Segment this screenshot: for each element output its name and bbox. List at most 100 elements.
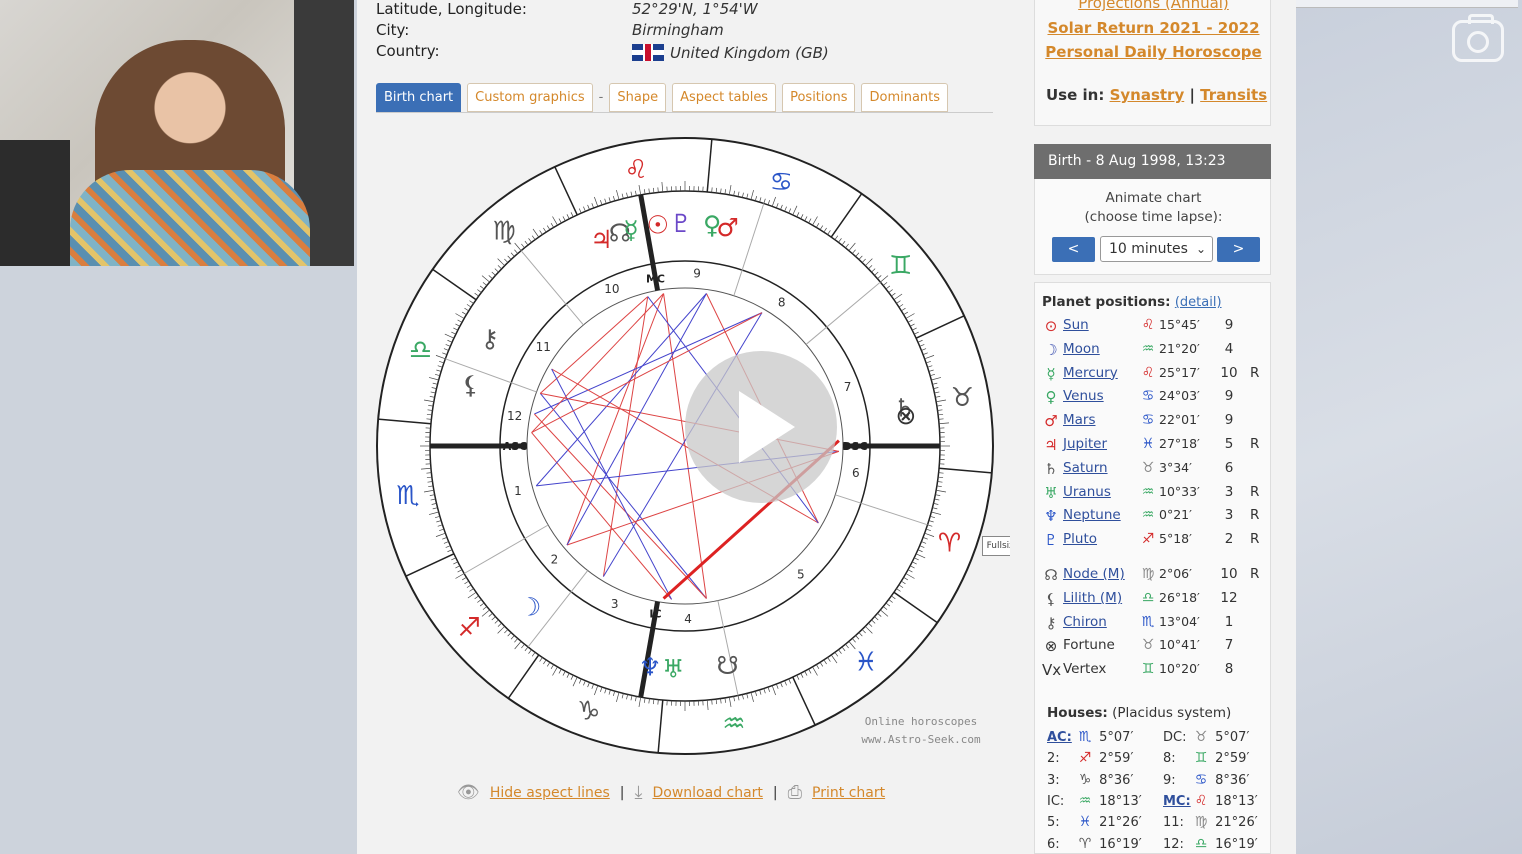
tab-custom-graphics[interactable]: Custom graphics <box>467 83 593 112</box>
house-degree: 18°13′ <box>1215 793 1258 809</box>
planet-row: ⚸ Lilith (M) ♎ 26°18′ 12 <box>1042 590 1270 612</box>
house-label[interactable]: AC: <box>1047 730 1075 745</box>
retrograde-flag: R <box>1250 531 1260 548</box>
planet-row: ☽ Moon ♒ 21°20′ 4 <box>1042 341 1270 363</box>
sign-icon: ♒ <box>1078 792 1092 809</box>
planet-name-link[interactable]: Chiron <box>1063 614 1107 630</box>
planet-degree: 22°01′ <box>1159 412 1200 428</box>
house-degree: 18°13′ <box>1099 793 1142 809</box>
tab-dominants[interactable]: Dominants <box>861 83 949 112</box>
planet-degree: 2°06′ <box>1159 566 1192 581</box>
separator: | <box>1189 86 1195 104</box>
planet-row: ♂ Mars ♋ 22°01′ 9 <box>1042 412 1270 434</box>
print-chart-link[interactable]: Print chart <box>812 785 885 801</box>
tab-aspect-tables[interactable]: Aspect tables <box>672 83 777 112</box>
download-chart-link[interactable]: Download chart <box>652 785 762 801</box>
transits-link[interactable]: Transits <box>1200 86 1267 104</box>
planet-name-link[interactable]: Lilith (M) <box>1063 590 1122 606</box>
house-cusp-row: 12: ♎ 16°19′ <box>1163 836 1258 852</box>
country-label: Country: <box>376 42 440 60</box>
hide-aspect-lines-link[interactable]: Hide aspect lines <box>490 785 610 801</box>
separator: | <box>772 784 778 801</box>
house-degree: 5°07′ <box>1099 730 1134 745</box>
solar-return-link[interactable]: Solar Return 2021 - 2022 <box>1035 19 1272 37</box>
planet-house: 5 <box>1224 436 1234 452</box>
house-cusp-row: 11: ♍ 21°26′ <box>1163 814 1258 830</box>
planet-name-link[interactable]: Uranus <box>1063 484 1111 500</box>
video-sweater <box>70 170 310 266</box>
planet-house: 10 <box>1220 566 1238 582</box>
planet-positions-label: Planet positions: <box>1042 294 1171 310</box>
planet-glyph: ☉ <box>647 211 669 240</box>
planet-name-link[interactable]: Moon <box>1063 341 1100 357</box>
next-time-button[interactable]: > <box>1217 237 1260 262</box>
planet-positions-title: Planet positions: (detail) <box>1042 294 1222 310</box>
city-label: City: <box>376 21 410 39</box>
angle-label-asc: ASC <box>503 440 528 453</box>
sign-glyph: ♎ <box>409 336 432 366</box>
sign-glyph: ♏ <box>396 481 419 511</box>
country-text: United Kingdom (GB) <box>670 44 829 62</box>
chart-tabs: Birth chart Custom graphics - Shape Aspe… <box>376 83 949 113</box>
sign-icon: ♒ <box>1141 483 1155 500</box>
camera-icon[interactable] <box>1452 14 1504 62</box>
time-lapse-select[interactable]: 10 minutes ⌄ <box>1100 236 1213 262</box>
planet-house: 2 <box>1224 531 1234 548</box>
video-play-button[interactable] <box>685 351 837 503</box>
planet-house: 3 <box>1224 507 1234 524</box>
birth-chart-wheel[interactable]: MCICASC DSC ♌ ♋♊♉♈♓♒♑♐♏♎♍ 987654321121110 … <box>373 134 997 758</box>
planet-name-link[interactable]: Mars <box>1063 412 1096 428</box>
sign-glyph: ♐ <box>458 613 481 643</box>
sign-glyph: ♒ <box>722 709 745 739</box>
synastry-link[interactable]: Synastry <box>1110 86 1185 104</box>
planet-degree: 5°18′ <box>1159 531 1192 547</box>
prev-time-button[interactable]: < <box>1052 237 1095 262</box>
planet-name-link[interactable]: Node (M) <box>1063 566 1125 582</box>
tab-shape[interactable]: Shape <box>609 83 667 112</box>
sign-icon: ♈ <box>1078 835 1092 852</box>
sign-icon: ♏ <box>1141 613 1155 630</box>
sign-icon: ♎ <box>1194 835 1208 852</box>
planet-glyph: ☿ <box>623 216 638 245</box>
house-degree: 21°26′ <box>1215 815 1258 831</box>
house-label: 11: <box>1163 815 1184 831</box>
planet-icon: ♀ <box>1045 388 1057 407</box>
planet-glyph: ♇ <box>670 209 692 238</box>
retrograde-flag: R <box>1250 436 1260 452</box>
planet-name-link[interactable]: Jupiter <box>1063 436 1107 452</box>
planet-name-link[interactable]: Saturn <box>1063 460 1108 476</box>
sign-icon: ♌ <box>1141 317 1155 333</box>
planet-name-link[interactable]: Pluto <box>1063 531 1097 547</box>
planet-row: ♅ Uranus ♒ 10°33′ 3 R <box>1042 484 1270 506</box>
country-value: United Kingdom (GB) <box>632 44 829 62</box>
tab-birth-chart[interactable]: Birth chart <box>376 83 462 112</box>
house-label: 5: <box>1047 815 1060 831</box>
houses-label: Houses: <box>1047 705 1108 721</box>
chart-actions: 👁 Hide aspect lines | ⤓ Download chart |… <box>457 782 885 803</box>
planet-degree: 27°18′ <box>1159 436 1200 451</box>
planet-degree: 24°03′ <box>1159 388 1200 404</box>
planet-name-link[interactable]: Sun <box>1063 317 1089 333</box>
detail-link[interactable]: (detail) <box>1175 295 1222 310</box>
planet-name-link[interactable]: Neptune <box>1063 507 1121 523</box>
download-icon: ⤓ <box>634 782 643 803</box>
projections-link[interactable]: Projections (Annual) <box>1035 0 1272 12</box>
house-label[interactable]: MC: <box>1163 794 1191 809</box>
daily-horoscope-link[interactable]: Personal Daily Horoscope <box>1035 43 1272 61</box>
sign-icon: ♓ <box>1078 814 1092 831</box>
retrograde-flag: R <box>1250 566 1260 582</box>
planet-name-link[interactable]: Venus <box>1063 388 1104 404</box>
house-cusp-row: 6: ♈ 16°19′ <box>1047 836 1142 852</box>
tab-positions[interactable]: Positions <box>782 83 856 112</box>
sign-icon: ♓ <box>1141 436 1155 452</box>
latlon-label: Latitude, Longitude: <box>376 0 527 18</box>
animate-line1: Animate chart <box>1105 190 1202 206</box>
webcam-video <box>0 0 354 266</box>
planet-house: 6 <box>1224 459 1234 476</box>
planet-glyph: ☋ <box>716 651 738 680</box>
links-box: Projections (Annual) Solar Return 2021 -… <box>1034 0 1271 126</box>
house-cusp-row: 8: ♊ 2°59′ <box>1163 750 1249 766</box>
planet-row: ☿ Mercury ♌ 25°17′ 10 R <box>1042 365 1270 387</box>
planet-name-link[interactable]: Mercury <box>1063 365 1118 381</box>
house-number: 10 <box>604 282 619 296</box>
